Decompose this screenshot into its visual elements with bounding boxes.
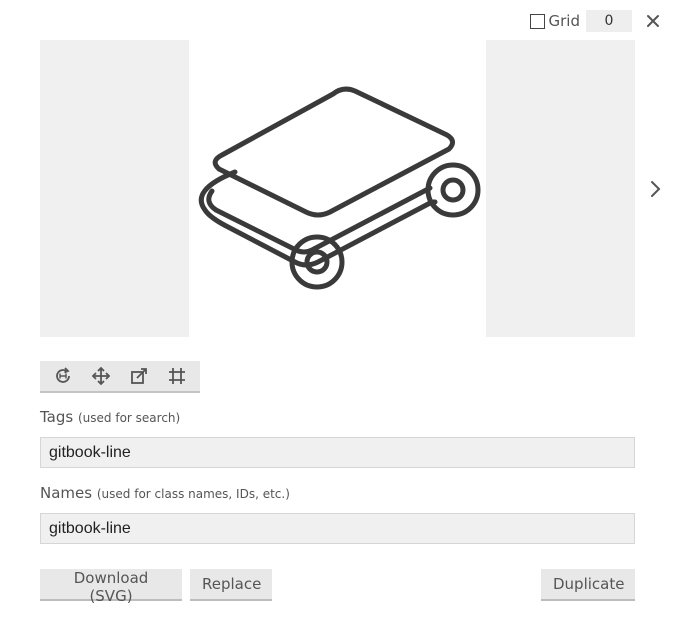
gitbook-line-icon	[198, 86, 481, 290]
download-svg-button[interactable]: Download (SVG)	[40, 569, 182, 605]
chevron-right-icon	[651, 181, 661, 197]
grid-label: Grid	[548, 12, 580, 30]
names-label: Names (used for class names, IDs, etc.)	[40, 484, 290, 502]
close-button[interactable]	[644, 10, 662, 32]
close-icon	[647, 15, 659, 27]
duplicate-button[interactable]: Duplicate	[541, 569, 635, 601]
resize-button[interactable]	[124, 362, 154, 390]
next-icon-button[interactable]	[645, 178, 665, 200]
crop-grid-button[interactable]	[162, 362, 192, 390]
grid-controls: Grid	[529, 9, 662, 33]
icon-preview	[40, 40, 635, 337]
tags-hint: (used for search)	[78, 411, 181, 425]
rotate-button[interactable]	[48, 362, 78, 390]
names-label-text: Names	[40, 484, 93, 502]
tags-input[interactable]	[40, 437, 635, 468]
grid-size-input[interactable]	[586, 10, 632, 32]
grid-checkbox[interactable]	[529, 13, 545, 29]
rotate-icon	[56, 367, 70, 383]
tags-label-text: Tags	[40, 408, 74, 426]
move-button[interactable]	[86, 362, 116, 390]
tags-label: Tags (used for search)	[40, 408, 180, 426]
resize-icon	[131, 368, 147, 384]
replace-button[interactable]: Replace	[190, 569, 272, 601]
preview-padding-right	[486, 40, 635, 337]
preview-padding-left	[40, 40, 189, 337]
transform-toolbar	[40, 361, 200, 393]
names-hint: (used for class names, IDs, etc.)	[96, 487, 290, 501]
grid-crop-icon	[169, 368, 185, 384]
names-input[interactable]	[40, 513, 635, 544]
move-icon	[91, 366, 111, 386]
